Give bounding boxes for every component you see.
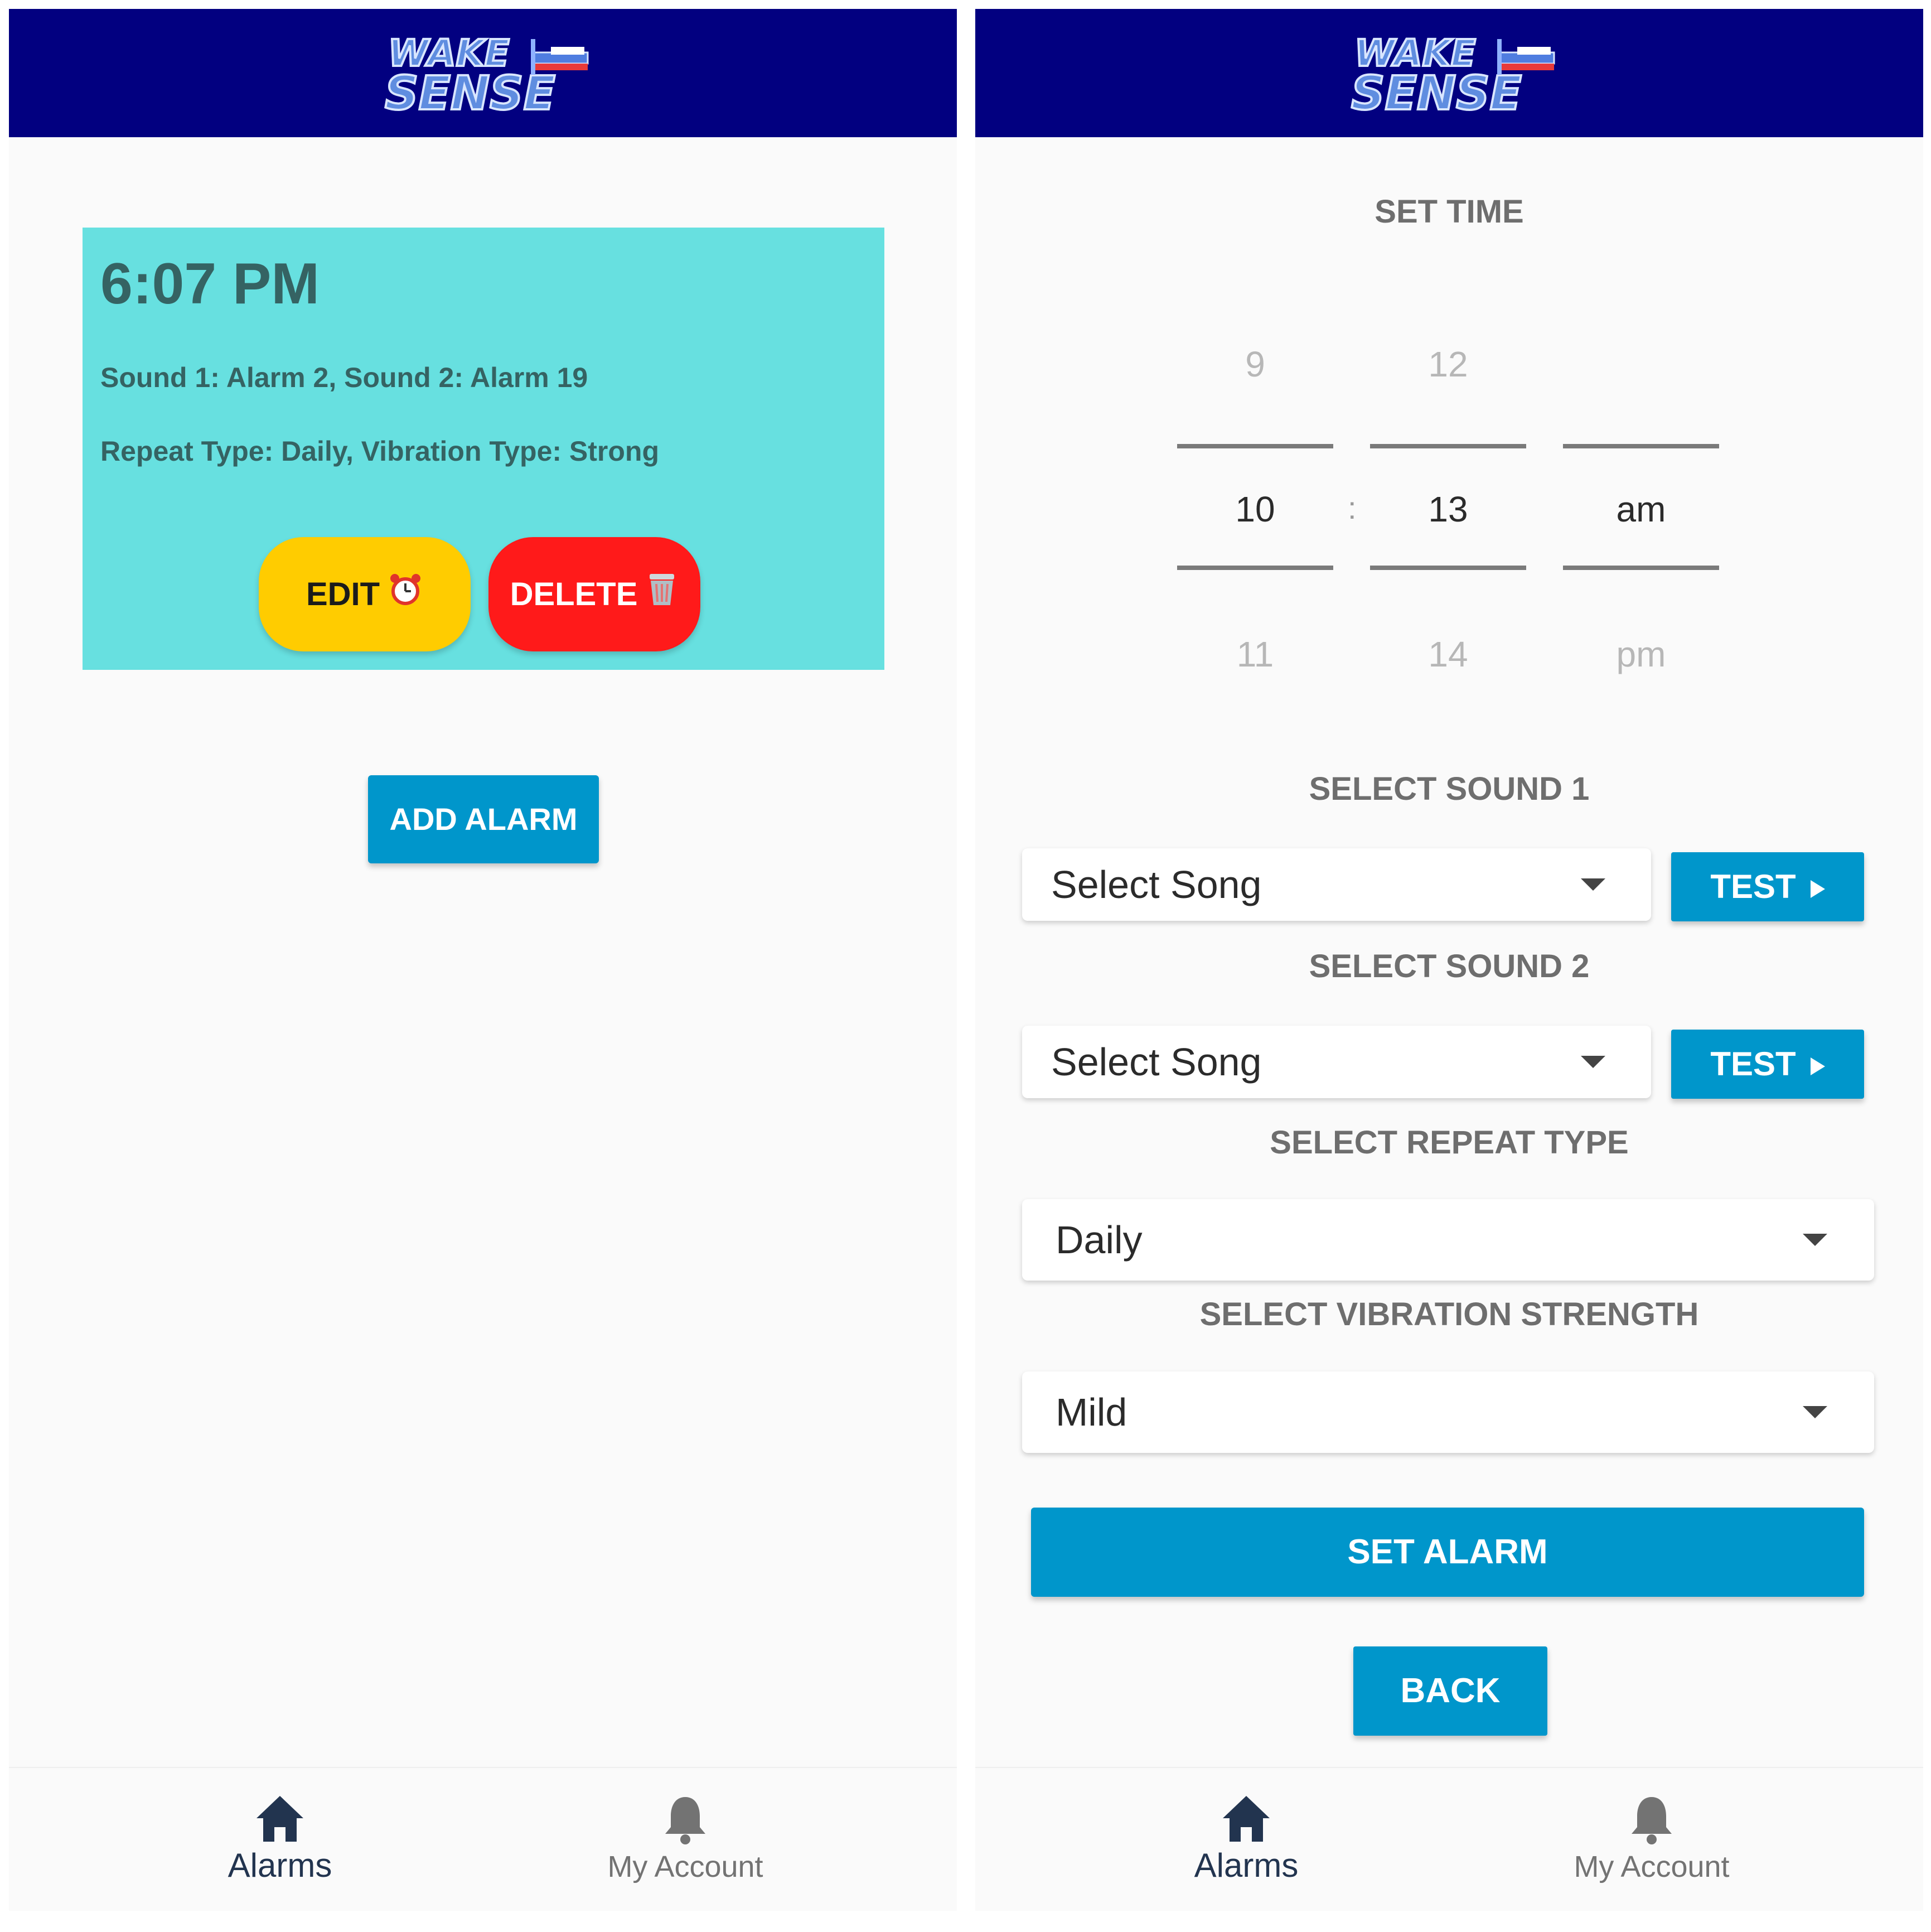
sound-2-dropdown[interactable]: Select Song (1022, 1026, 1651, 1098)
nav-label-alarms: Alarms (1194, 1847, 1299, 1884)
bell-icon (665, 1797, 705, 1844)
select-sound-1-label: SELECT SOUND 1 (1309, 771, 1590, 807)
picker-divider (1177, 566, 1333, 570)
delete-button-label: DELETE (510, 576, 638, 612)
test-button-label: TEST (1710, 868, 1796, 905)
delete-alarm-button[interactable]: DELETE (488, 537, 700, 651)
select-repeat-type-label: SELECT REPEAT TYPE (1270, 1124, 1629, 1161)
set-alarm-button[interactable]: SET ALARM (1031, 1508, 1864, 1597)
nav-item-my-account[interactable]: My Account (1540, 1768, 1763, 1911)
dropdown-arrow-icon (1803, 1234, 1827, 1246)
bell-icon (1632, 1797, 1672, 1844)
wastebasket-icon (645, 539, 679, 654)
nav-item-alarms[interactable]: Alarms (168, 1768, 391, 1911)
picker-divider (1370, 566, 1526, 570)
minute-option-below[interactable]: 14 (1370, 634, 1526, 675)
picker-divider (1563, 566, 1719, 570)
period-selected[interactable]: am (1563, 489, 1719, 530)
sound-2-value: Select Song (1051, 1040, 1262, 1084)
app-header: WAKE SENSE (975, 9, 1923, 137)
time-separator: : (1348, 490, 1357, 525)
alarm-clock-icon (388, 539, 423, 654)
hour-option-below[interactable]: 11 (1177, 634, 1333, 675)
dropdown-arrow-icon (1581, 1056, 1605, 1068)
home-icon (257, 1796, 303, 1842)
play-icon (1810, 1057, 1825, 1076)
nav-item-my-account[interactable]: My Account (574, 1768, 797, 1911)
repeat-type-dropdown[interactable]: Daily (1022, 1199, 1874, 1281)
bed-icon (531, 39, 589, 75)
dropdown-arrow-icon (1581, 878, 1605, 891)
home-icon (1223, 1796, 1270, 1842)
edit-button-label: EDIT (306, 576, 380, 612)
picker-divider (1177, 444, 1333, 448)
svg-text:SENSE: SENSE (1351, 66, 1522, 120)
repeat-type-value: Daily (1056, 1218, 1143, 1262)
minute-option-above[interactable]: 12 (1370, 344, 1526, 385)
app-logo: WAKE SENSE (1350, 31, 1562, 120)
play-icon (1810, 880, 1825, 899)
test-button-label: TEST (1710, 1045, 1796, 1083)
nav-label-my-account: My Account (607, 1850, 763, 1883)
test-sound-2-button[interactable]: TEST (1671, 1030, 1864, 1099)
nav-label-my-account: My Account (1574, 1850, 1730, 1883)
hour-option-above[interactable]: 9 (1177, 344, 1333, 385)
alarm-time: 6:07 PM (100, 252, 320, 316)
back-button[interactable]: BACK (1353, 1646, 1547, 1736)
hour-selected[interactable]: 10 (1177, 489, 1333, 530)
bed-icon (1497, 39, 1555, 75)
logo-graphic: WAKE SENSE (1350, 31, 1555, 120)
nav-label-alarms: Alarms (228, 1847, 332, 1884)
alarm-card: 6:07 PM Sound 1: Alarm 2, Sound 2: Alarm… (83, 228, 884, 670)
set-time-label: SET TIME (1375, 194, 1524, 230)
dropdown-arrow-icon (1803, 1406, 1827, 1418)
select-sound-2-label: SELECT SOUND 2 (1309, 948, 1590, 984)
vibration-strength-value: Mild (1056, 1390, 1127, 1434)
alarm-sounds-text: Sound 1: Alarm 2, Sound 2: Alarm 19 (100, 362, 588, 393)
alarm-repeat-vibration-text: Repeat Type: Daily, Vibration Type: Stro… (100, 436, 660, 467)
sound-1-value: Select Song (1051, 863, 1262, 906)
logo-graphic: WAKE SENSE (384, 31, 589, 120)
edit-alarm-screen: WAKE SENSE SET TIME 9 12 10 : 13 am 11 1… (975, 9, 1923, 1911)
add-alarm-button[interactable]: ADD ALARM (368, 775, 599, 863)
picker-divider (1370, 444, 1526, 448)
edit-alarm-button[interactable]: EDIT (259, 537, 471, 651)
vibration-strength-dropdown[interactable]: Mild (1022, 1371, 1874, 1453)
bottom-nav: Alarms My Account (975, 1767, 1923, 1911)
sound-1-dropdown[interactable]: Select Song (1022, 848, 1651, 921)
test-sound-1-button[interactable]: TEST (1671, 852, 1864, 921)
svg-text:SENSE: SENSE (385, 66, 555, 120)
minute-selected[interactable]: 13 (1370, 489, 1526, 530)
bottom-nav: Alarms My Account (9, 1767, 957, 1911)
app-logo: WAKE SENSE (384, 31, 596, 120)
period-option-below[interactable]: pm (1563, 634, 1719, 675)
nav-item-alarms[interactable]: Alarms (1135, 1768, 1358, 1911)
picker-divider (1563, 444, 1719, 448)
alarm-list-screen: WAKE SENSE 6:07 PM Sound 1: Alarm 2, Sou… (9, 9, 957, 1911)
app-header: WAKE SENSE (9, 9, 957, 137)
select-vibration-strength-label: SELECT VIBRATION STRENGTH (1199, 1296, 1699, 1332)
